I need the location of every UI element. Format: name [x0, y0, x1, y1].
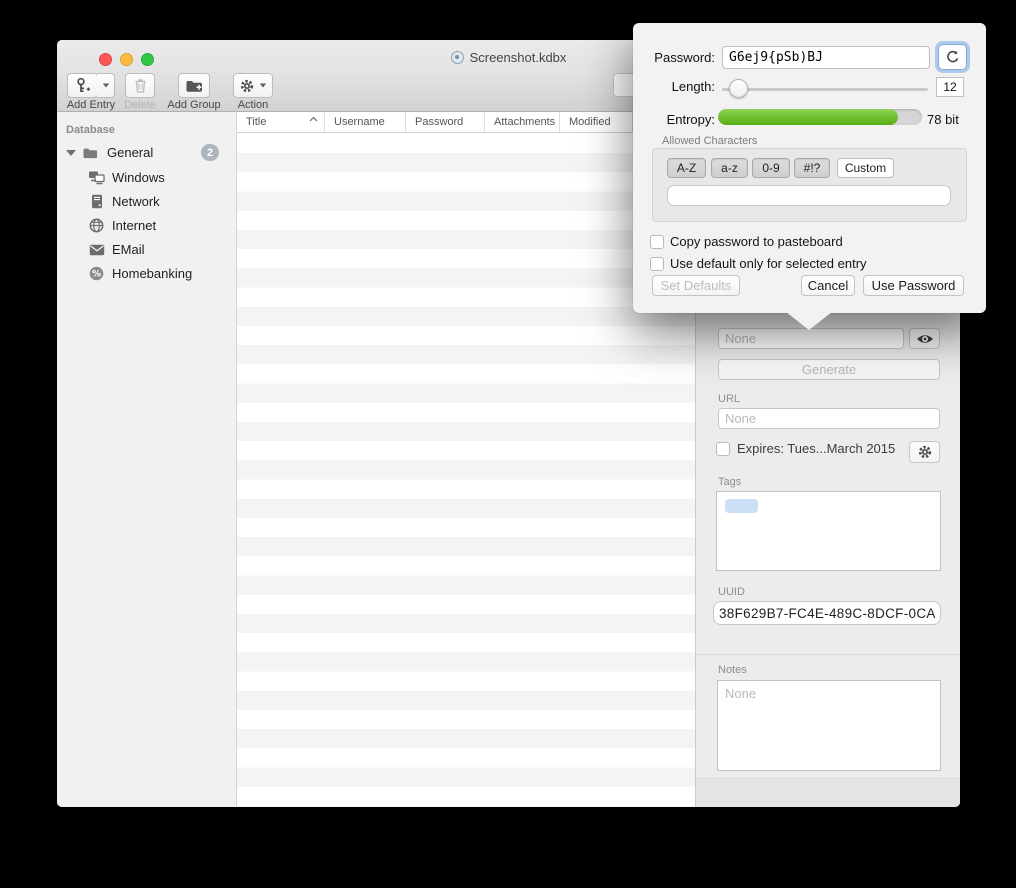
delete-button[interactable]: [125, 73, 155, 98]
cancel-button[interactable]: Cancel: [801, 275, 855, 296]
allowed-characters-label: Allowed Characters: [662, 135, 757, 147]
trash-icon: [133, 77, 148, 94]
add-group-label: Add Group: [165, 99, 223, 111]
regenerate-button[interactable]: [938, 44, 967, 70]
custom-characters-input[interactable]: [667, 185, 951, 206]
percent-icon: %: [88, 266, 105, 281]
sidebar-item-label: Homebanking: [112, 266, 192, 281]
divider: [696, 654, 960, 655]
table-body-empty[interactable]: [237, 134, 695, 807]
sidebar-item-label: Windows: [112, 170, 165, 185]
disclosure-triangle-icon[interactable]: [66, 150, 76, 156]
use-default-only-checkbox[interactable]: [650, 257, 664, 271]
copy-to-pasteboard-label: Copy password to pasteboard: [670, 234, 843, 249]
notes-section-label: Notes: [718, 664, 747, 676]
tags-section-label: Tags: [718, 476, 741, 488]
add-entry-dropdown[interactable]: [97, 73, 115, 98]
use-default-only-label: Use default only for selected entry: [670, 256, 867, 271]
generate-button[interactable]: Generate: [718, 359, 940, 380]
sidebar-item-windows[interactable]: Windows: [57, 166, 236, 189]
expires-checkbox[interactable]: [716, 442, 730, 456]
sort-ascending-icon: [309, 116, 318, 122]
popover-arrow: [786, 312, 832, 330]
count-badge: 2: [201, 144, 219, 161]
uuid-section-label: UUID: [718, 586, 745, 598]
key-plus-icon: [74, 77, 91, 94]
url-input[interactable]: [718, 408, 940, 429]
document-icon: [451, 51, 464, 64]
charset-digits-button[interactable]: 0-9: [752, 158, 790, 178]
folder-plus-icon: [185, 78, 204, 94]
entry-table: Title Username Password Attachments Modi…: [237, 112, 695, 807]
svg-text:%: %: [92, 270, 101, 280]
column-header-modified[interactable]: Modified: [560, 112, 633, 133]
add-entry-label: Add Entry: [61, 99, 121, 111]
column-header-password[interactable]: Password: [406, 112, 485, 133]
tag-chip[interactable]: [725, 499, 758, 513]
refresh-icon: [946, 50, 960, 64]
copy-to-pasteboard-checkbox[interactable]: [650, 235, 664, 249]
gear-icon: [917, 444, 933, 460]
sidebar-section-header: Database: [66, 124, 115, 136]
reveal-password-button[interactable]: [909, 328, 940, 349]
length-slider-knob[interactable]: [729, 79, 748, 98]
chevron-down-icon: [260, 84, 266, 88]
generated-password-field[interactable]: [722, 46, 930, 69]
charset-symbols-button[interactable]: #!?: [794, 158, 830, 178]
globe-icon: [88, 218, 105, 233]
url-section-label: URL: [718, 393, 740, 405]
entropy-meter-fill: [718, 109, 898, 125]
inspector-footer: [696, 778, 960, 807]
sidebar-item-email[interactable]: EMail: [57, 238, 236, 261]
charset-custom-button[interactable]: Custom: [837, 158, 894, 178]
charset-lowercase-button[interactable]: a-z: [711, 158, 748, 178]
popover-password-label: Password:: [633, 50, 715, 65]
sidebar: Database General 2: [57, 112, 237, 807]
workgroup-icon: [88, 170, 105, 185]
allowed-characters-group: A-Z a-z 0-9 #!? Custom: [652, 148, 967, 222]
tags-field[interactable]: [716, 491, 941, 571]
server-icon: [88, 194, 105, 209]
sidebar-item-network[interactable]: Network: [57, 190, 236, 213]
sidebar-item-label: EMail: [112, 242, 145, 257]
sidebar-item-internet[interactable]: Internet: [57, 214, 236, 237]
password-input[interactable]: [718, 328, 904, 349]
sidebar-item-general[interactable]: General 2: [57, 141, 236, 164]
length-slider-track[interactable]: [722, 88, 928, 91]
chevron-down-icon: [102, 84, 108, 88]
table-header: Title Username Password Attachments Modi…: [237, 112, 695, 133]
column-header-title[interactable]: Title: [237, 112, 325, 133]
envelope-icon: [88, 244, 105, 256]
window-title: Screenshot.kdbx: [470, 50, 567, 65]
eye-icon: [916, 333, 934, 345]
column-header-attachments[interactable]: Attachments: [485, 112, 560, 133]
delete-label: Delete: [117, 99, 163, 111]
sidebar-item-label: Network: [112, 194, 160, 209]
folder-icon: [82, 146, 99, 160]
password-generator-popover: Password: Length: 12 Entropy: 78 bit All…: [633, 23, 986, 313]
action-label: Action: [229, 99, 277, 111]
add-group-button[interactable]: [178, 73, 210, 98]
length-label: Length:: [633, 79, 715, 94]
length-value-field[interactable]: 12: [936, 77, 964, 97]
action-button[interactable]: [233, 73, 273, 98]
expiry-options-button[interactable]: [909, 441, 940, 463]
entropy-label: Entropy:: [633, 112, 715, 127]
notes-field[interactable]: None: [717, 680, 941, 771]
add-entry-button[interactable]: [67, 73, 98, 98]
use-password-button[interactable]: Use Password: [863, 275, 964, 296]
entropy-value: 78 bit: [927, 112, 959, 127]
expires-label: Expires: Tues...March 2015: [737, 441, 895, 456]
uuid-field[interactable]: [713, 601, 941, 625]
column-header-username[interactable]: Username: [325, 112, 406, 133]
entropy-meter: [718, 109, 922, 125]
sidebar-item-label: Internet: [112, 218, 156, 233]
charset-uppercase-button[interactable]: A-Z: [667, 158, 706, 178]
sidebar-item-homebanking[interactable]: % Homebanking: [57, 262, 236, 285]
gear-icon: [239, 78, 255, 94]
sidebar-item-label: General: [107, 145, 153, 160]
set-defaults-button[interactable]: Set Defaults: [652, 275, 740, 296]
